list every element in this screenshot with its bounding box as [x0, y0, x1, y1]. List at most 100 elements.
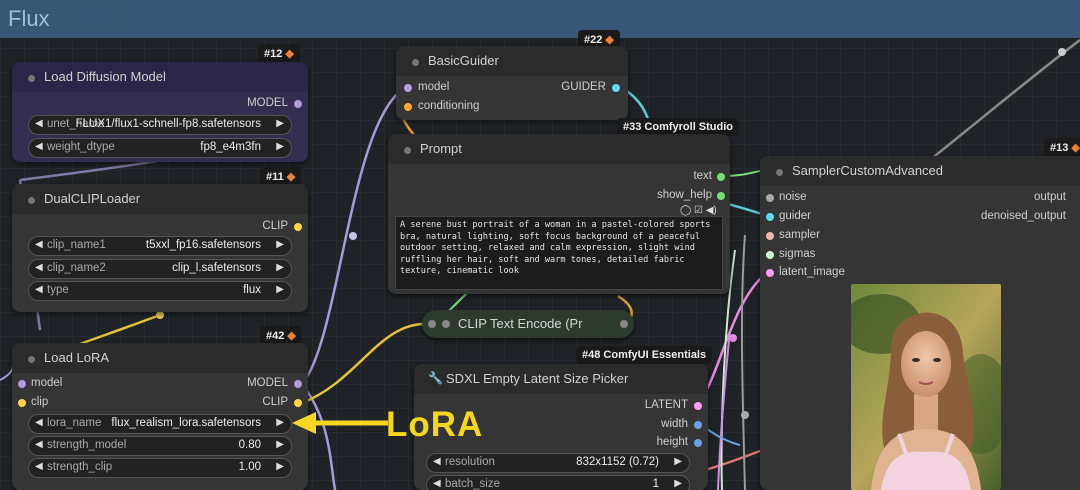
- output-guider-dot[interactable]: [612, 84, 620, 92]
- widget-unet-name[interactable]: ◀ unet_name FLUX1/flux1-schnell-fp8.safete…: [28, 115, 292, 135]
- collapsed-node-dot[interactable]: [428, 320, 436, 328]
- node-dual-clip-loader[interactable]: DualCLIPLoader CLIP ◀ clip_name1 t5xxl_fp1…: [12, 184, 308, 312]
- input-guider-dot[interactable]: [766, 213, 774, 221]
- fox-icon: ◆: [286, 171, 296, 183]
- widget-clip-name1[interactable]: ◀ clip_name1 t5xxl_fp16.safetensors ▶: [28, 236, 292, 256]
- output-model-label: MODEL: [247, 97, 288, 109]
- output-model-label: MODEL: [247, 377, 288, 389]
- collapse-dot-icon[interactable]: [28, 75, 35, 82]
- input-clip-label: clip: [31, 396, 49, 408]
- arrow-right-icon[interactable]: ▶: [276, 239, 284, 250]
- arrow-left-icon[interactable]: ◀: [35, 284, 43, 295]
- widget-batch-size[interactable]: ◀ batch_size 1 ▶: [426, 475, 690, 490]
- output-model-dot[interactable]: [294, 380, 302, 388]
- node-basic-guider[interactable]: BasicGuider model GUIDER conditioning: [396, 46, 628, 120]
- output-clip-label: CLIP: [262, 396, 288, 408]
- input-model-dot[interactable]: [404, 84, 412, 92]
- collapse-dot-icon[interactable]: [28, 356, 35, 363]
- input-noise-dot[interactable]: [766, 194, 774, 202]
- input-clip-dot[interactable]: [18, 399, 26, 407]
- output-latent-dot[interactable]: [694, 402, 702, 410]
- output-model-dot[interactable]: [294, 100, 302, 108]
- arrow-left-icon[interactable]: ◀: [35, 141, 43, 152]
- arrow-right-icon[interactable]: ▶: [276, 118, 284, 129]
- widget-label: clip_name2: [47, 262, 106, 274]
- widget-toggle-icons[interactable]: ◯ ☑ ◀): [680, 205, 717, 216]
- collapse-dot-icon[interactable]: [28, 197, 35, 204]
- arrow-right-icon[interactable]: ▶: [674, 456, 682, 467]
- fox-icon: ◆: [605, 34, 614, 46]
- prompt-text-area[interactable]: A serene bust portrait of a woman in a p…: [395, 216, 723, 290]
- output-guider-label: GUIDER: [561, 81, 606, 93]
- arrow-left-icon[interactable]: ◀: [35, 417, 43, 428]
- widget-clip-name2[interactable]: ◀ clip_name2 clip_l.safetensors ▶: [28, 259, 292, 279]
- arrow-right-icon[interactable]: ▶: [276, 417, 284, 428]
- widget-value: 832x1152 (0.72): [576, 456, 659, 468]
- output-height-dot[interactable]: [694, 439, 702, 447]
- node-title-bar[interactable]: SamplerCustomAdvanced: [760, 156, 1080, 186]
- node-title-bar[interactable]: Prompt: [388, 134, 730, 164]
- node-badge: #12 ◆: [258, 44, 300, 63]
- arrow-left-icon[interactable]: ◀: [35, 239, 43, 250]
- fox-icon: ◆: [287, 330, 296, 342]
- widget-type[interactable]: ◀ type flux ▶: [28, 281, 292, 301]
- widget-resolution[interactable]: ◀ resolution 832x1152 (0.72) ▶: [426, 453, 690, 473]
- arrow-right-icon[interactable]: ▶: [276, 141, 284, 152]
- arrow-left-icon[interactable]: ◀: [35, 262, 43, 273]
- input-model-label: model: [31, 377, 63, 389]
- output-text-dot[interactable]: [717, 173, 725, 181]
- collapse-dot-icon[interactable]: [412, 59, 419, 66]
- node-title: Prompt: [420, 141, 462, 156]
- output-clip-dot[interactable]: [294, 223, 302, 231]
- collapsed-node-dot[interactable]: [620, 320, 628, 328]
- arrow-right-icon[interactable]: ▶: [276, 461, 284, 472]
- node-title-bar[interactable]: Load LoRA: [12, 343, 308, 373]
- output-clip-dot[interactable]: [294, 399, 302, 407]
- widget-strength-model[interactable]: ◀ strength_model 0.80 ▶: [28, 436, 292, 456]
- node-load-lora[interactable]: Load LoRA model MODEL clip CLIP ◀ lora_na…: [12, 343, 308, 490]
- output-show-help-dot[interactable]: [717, 192, 725, 200]
- output-text-label: text: [693, 170, 712, 182]
- output-width-label: width: [661, 418, 688, 430]
- input-conditioning-label: conditioning: [418, 100, 480, 112]
- collapse-dot-icon[interactable]: [776, 169, 783, 176]
- output-clip-label: CLIP: [262, 220, 288, 232]
- input-sampler-dot[interactable]: [766, 232, 774, 240]
- widget-label: weight_dtype: [47, 141, 115, 153]
- node-clip-text-encode[interactable]: CLIP Text Encode (Pr: [422, 310, 634, 338]
- input-model-dot[interactable]: [18, 380, 26, 388]
- node-load-diffusion-model[interactable]: Load Diffusion Model MODEL ◀ unet_name FLU…: [12, 62, 308, 162]
- input-latent-image-dot[interactable]: [766, 269, 774, 277]
- arrow-left-icon[interactable]: ◀: [433, 478, 441, 489]
- arrow-right-icon[interactable]: ▶: [276, 284, 284, 295]
- node-title-bar[interactable]: BasicGuider: [396, 46, 628, 76]
- arrow-right-icon[interactable]: ▶: [276, 262, 284, 273]
- widget-weight-dtype[interactable]: ◀ weight_dtype fp8_e4m3fn ▶: [28, 138, 292, 158]
- node-title-bar[interactable]: 🔧 SDXL Empty Latent Size Picker: [414, 364, 708, 394]
- wire-clip-to-encode: [301, 322, 431, 405]
- widget-label: batch_size: [445, 478, 500, 490]
- arrow-left-icon[interactable]: ◀: [35, 118, 43, 129]
- arrow-left-icon[interactable]: ◀: [35, 461, 43, 472]
- output-width-dot[interactable]: [694, 421, 702, 429]
- widget-value: t5xxl_fp16.safetensors: [145, 239, 261, 251]
- input-conditioning-dot[interactable]: [404, 103, 412, 111]
- node-source-tag: #48 ComfyUI Essentials: [576, 346, 713, 364]
- collapsed-node-dot[interactable]: [442, 320, 450, 328]
- wrench-icon: 🔧: [428, 371, 443, 385]
- arrow-left-icon[interactable]: ◀: [433, 456, 441, 467]
- arrow-right-icon[interactable]: ▶: [674, 478, 682, 489]
- arrow-right-icon[interactable]: ▶: [276, 439, 284, 450]
- widget-strength-clip[interactable]: ◀ strength_clip 1.00 ▶: [28, 458, 292, 478]
- fox-icon: ◆: [1071, 142, 1080, 154]
- node-title-bar[interactable]: Load Diffusion Model: [12, 62, 308, 92]
- node-graph-canvas[interactable]: Flux #12 ◆ Load Diffusion Model MODEL ◀ un…: [0, 0, 1080, 490]
- input-sigmas-dot[interactable]: [766, 251, 774, 259]
- collapse-dot-icon[interactable]: [404, 147, 411, 154]
- widget-lora-name[interactable]: ◀ lora_name flux_realism_lora.safetensors ▶: [28, 414, 292, 434]
- node-title-bar[interactable]: DualCLIPLoader: [12, 184, 308, 214]
- output-image-preview[interactable]: [851, 284, 1001, 490]
- arrow-left-icon[interactable]: ◀: [35, 439, 43, 450]
- wire-gray-1: [740, 234, 746, 490]
- node-prompt[interactable]: Prompt text show_help ◯ ☑ ◀) A serene bu…: [388, 134, 730, 294]
